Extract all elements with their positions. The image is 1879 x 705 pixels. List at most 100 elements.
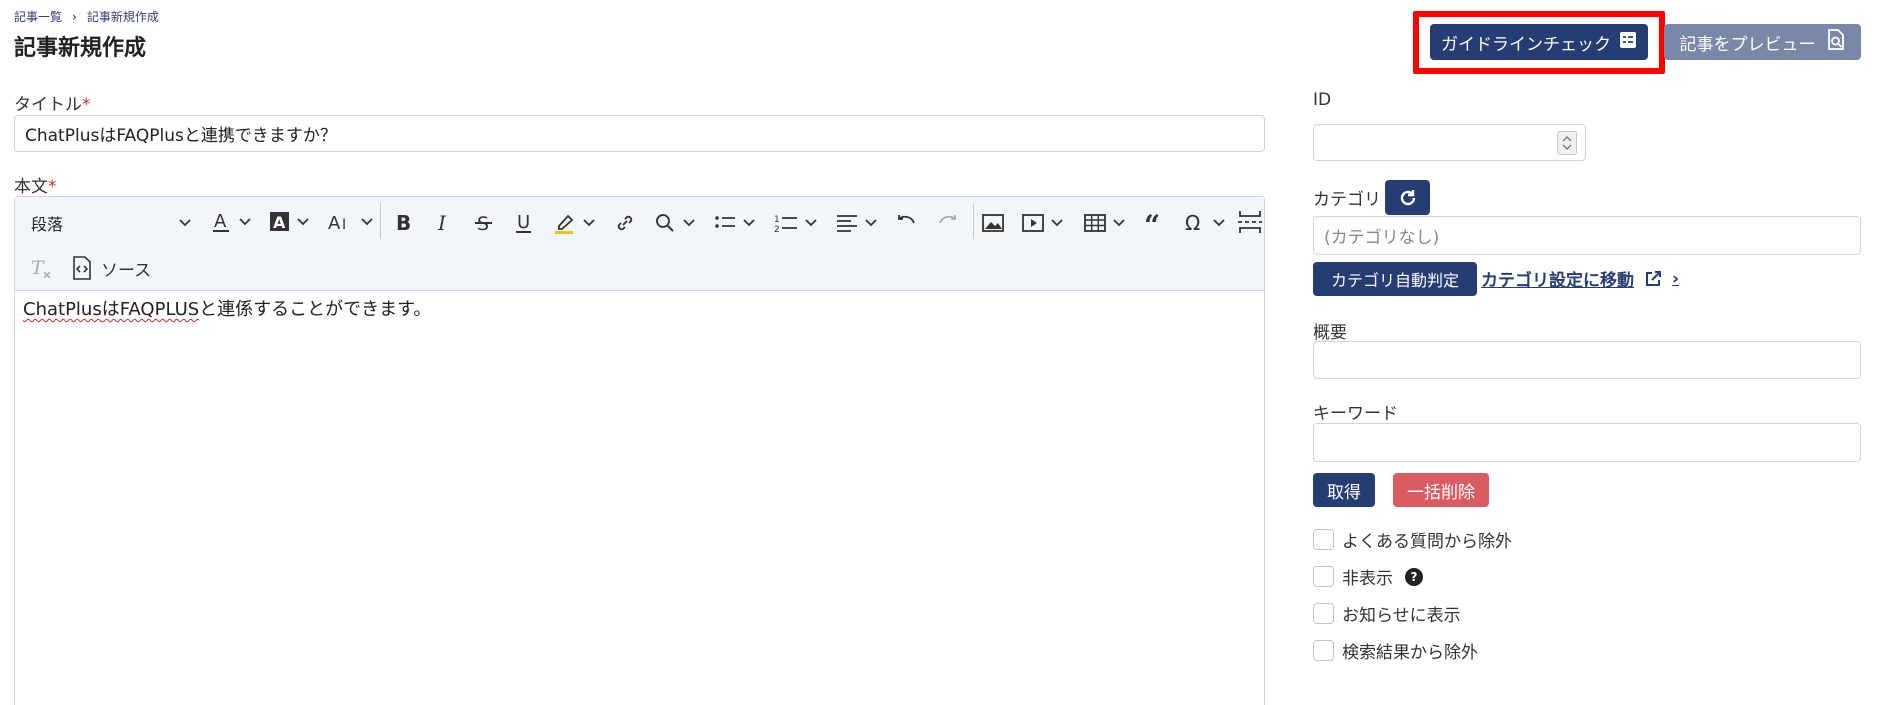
exclude-from-search-label: 検索結果から除外 [1342,643,1478,663]
get-keywords-button[interactable]: 取得 [1313,473,1375,507]
font-color-button[interactable]: A [211,209,251,235]
chevron-down-icon [1051,219,1063,227]
svg-text:I: I [437,211,447,235]
text-align-button[interactable] [835,211,877,235]
bulk-delete-button[interactable]: 一括削除 [1393,473,1489,507]
category-refresh-button[interactable] [1385,180,1430,215]
editor-content-area[interactable]: ChatPlusはFAQPLUSと連係することができます。 [15,291,1264,325]
strikethrough-button[interactable]: S [473,211,495,235]
svg-text:A: A [273,213,286,232]
highlighter-icon [555,214,574,234]
preview-label: 記事をプレビュー [1679,34,1816,55]
page-break-icon [1238,211,1262,233]
title-input[interactable]: ChatPlusはFAQPlusと連携できますか？ [14,115,1265,152]
svg-text:T: T [31,257,45,279]
media-icon [1022,214,1044,232]
svg-text:Ω: Ω [1185,211,1200,235]
exclude-from-faq-label: よくある質問から除外 [1342,532,1512,552]
document-search-icon [1826,28,1846,56]
chevron-down-icon [683,219,695,227]
italic-button[interactable]: I [433,211,455,235]
body-text-misspelled-2: はFAQPLUS [101,299,200,320]
link-icon [617,215,633,231]
exclude-from-faq-checkbox[interactable] [1313,529,1334,550]
id-spinner[interactable] [1557,131,1577,155]
breadcrumb: 記事一覧 › 記事新規作成 [14,8,159,25]
chevron-down-icon [743,219,755,227]
chevron-down-icon [239,218,251,226]
category-input[interactable]: (カテゴリなし) [1313,216,1861,255]
breadcrumb-separator: › [72,9,77,24]
font-size-icon: AI [328,213,346,234]
omega-icon: Ω [1185,211,1200,235]
hide-row: 非表示 ? [1313,564,1423,589]
source-code-icon [73,256,91,280]
background-color-icon: A [270,212,289,232]
keyword-input[interactable] [1313,423,1861,462]
id-input[interactable] [1313,124,1586,161]
svg-text:“: “ [1144,211,1160,235]
summary-input[interactable] [1313,341,1861,379]
svg-text:A: A [328,213,341,234]
toolbar-divider [380,203,381,239]
underline-icon: U [516,212,531,233]
hide-checkbox[interactable] [1313,566,1334,587]
breadcrumb-current: 記事新規作成 [86,10,159,24]
breadcrumb-article-list[interactable]: 記事一覧 [14,8,62,25]
bold-button[interactable]: B [393,211,415,235]
background-color-button[interactable]: A [269,209,309,235]
find-replace-icon [656,214,674,232]
summary-label: 概要 [1313,323,1347,343]
chevron-down-icon [1213,219,1225,227]
numbered-list-icon: 12 [774,215,797,235]
insert-media-button[interactable] [1021,211,1063,235]
preview-button[interactable]: 記事をプレビュー [1664,24,1861,60]
page-break-button[interactable] [1237,209,1263,235]
underline-button[interactable]: U [513,211,535,235]
redo-icon [939,215,956,224]
auto-category-button[interactable]: カテゴリ自動判定 [1313,262,1477,296]
help-icon[interactable]: ? [1405,567,1423,586]
exclude-from-faq-row: よくある質問から除外 [1313,527,1512,552]
svg-text:A: A [214,211,227,232]
remove-format-button[interactable]: T [29,255,55,281]
blockquote-button[interactable]: “ [1143,211,1167,235]
exclude-from-search-checkbox[interactable] [1313,640,1334,661]
insert-image-button[interactable] [981,211,1005,235]
highlight-button[interactable] [553,211,595,235]
bulleted-list-icon [715,216,735,228]
source-button[interactable]: ソース [69,255,151,281]
paragraph-format-select[interactable]: 段落 [31,209,191,237]
font-size-button[interactable]: AI [327,209,373,235]
font-color-icon: A [213,211,229,232]
exclude-from-search-row: 検索結果から除外 [1313,638,1478,663]
svg-text:2: 2 [774,225,780,235]
redo-button[interactable] [935,211,959,235]
required-mark: * [48,177,57,197]
refresh-icon [1400,189,1415,205]
id-label: ID [1313,90,1332,110]
checklist-icon [1619,31,1637,54]
page-title: 記事新規作成 [14,36,147,61]
chevron-down-icon [805,219,817,227]
external-link-icon [1646,270,1661,286]
show-in-news-checkbox[interactable] [1313,603,1334,624]
body-text-misspelled-1: ChatPlus [23,299,102,320]
editor-toolbar: 段落 A A AI B I S U [15,197,1264,291]
category-settings-link[interactable]: カテゴリ設定に移動 › [1481,266,1679,292]
italic-icon: I [437,211,447,235]
insert-table-button[interactable] [1083,211,1125,235]
category-settings-link-label: カテゴリ設定に移動 [1481,271,1634,291]
bold-icon: B [396,211,411,235]
image-icon [982,214,1004,232]
special-character-button[interactable]: Ω [1183,211,1225,235]
undo-button[interactable] [895,211,919,235]
bulleted-list-button[interactable] [713,211,755,235]
numbered-list-button[interactable]: 12 [773,211,817,235]
link-button[interactable] [613,211,637,235]
source-label: ソース [101,260,152,281]
guideline-check-button[interactable]: ガイドラインチェック [1430,24,1648,60]
find-replace-button[interactable] [653,211,695,235]
svg-text:I: I [342,217,346,233]
guideline-check-label: ガイドラインチェック [1441,34,1611,55]
